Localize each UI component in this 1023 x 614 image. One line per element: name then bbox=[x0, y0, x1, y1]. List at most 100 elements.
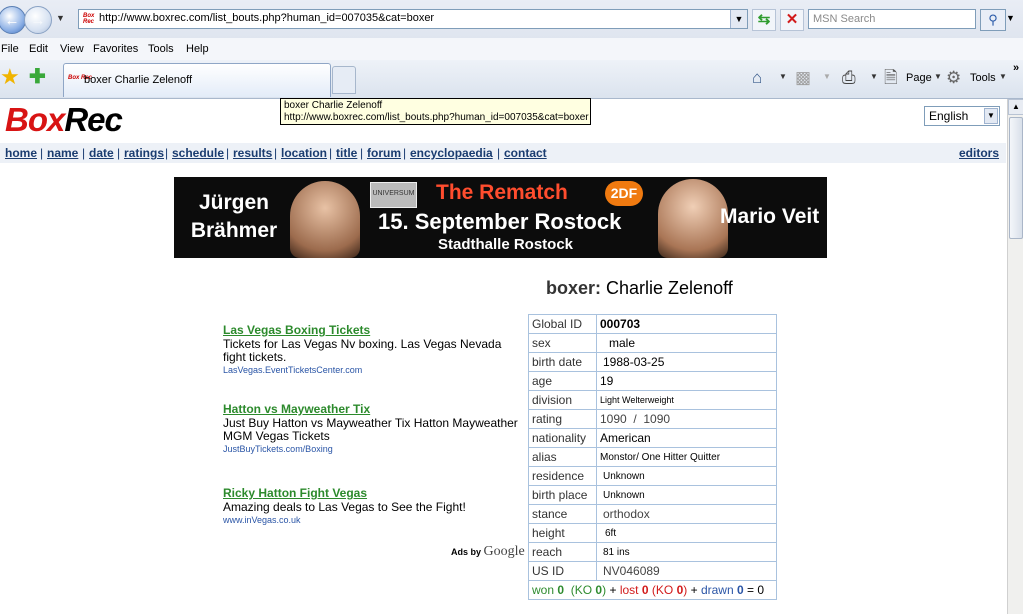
scroll-up-arrow-icon[interactable]: ▲ bbox=[1008, 99, 1023, 115]
nav-separator: | bbox=[274, 146, 278, 160]
profile-key: division bbox=[528, 390, 597, 410]
nav-name[interactable]: name bbox=[47, 146, 78, 160]
address-dropdown-button[interactable]: ▼ bbox=[730, 10, 747, 28]
ko-label: KO bbox=[655, 583, 674, 597]
stop-button[interactable]: ✕ bbox=[780, 9, 804, 31]
url-text[interactable]: http://www.boxrec.com/list_bouts.php?hum… bbox=[99, 12, 434, 24]
site-favicon-icon: Box Rec bbox=[83, 13, 95, 25]
home-dropdown-icon[interactable]: ▼ bbox=[779, 72, 787, 81]
search-button[interactable]: ⚲ bbox=[980, 9, 1006, 31]
total-count: 0 bbox=[757, 583, 765, 597]
nav-separator: | bbox=[40, 146, 44, 160]
search-placeholder: MSN Search bbox=[813, 13, 876, 25]
favorites-star-icon[interactable]: ★ bbox=[0, 66, 20, 88]
banner-date: 15. September Rostock bbox=[378, 209, 622, 234]
ko-label: KO bbox=[574, 583, 593, 597]
page-dropdown-icon[interactable]: ▼ bbox=[934, 72, 942, 81]
event-banner[interactable]: Jürgen Brähmer UNIVERSUM The Rematch 2DF… bbox=[174, 177, 827, 258]
forward-button[interactable]: → bbox=[24, 6, 52, 34]
ad-url[interactable]: LasVegas.EventTicketsCenter.com bbox=[223, 365, 523, 375]
nav-separator: | bbox=[117, 146, 121, 160]
print-dropdown-icon[interactable]: ▼ bbox=[870, 72, 878, 81]
nav-date[interactable]: date bbox=[89, 146, 114, 160]
menu-tools[interactable]: Tools bbox=[148, 43, 174, 55]
fighter2-photo bbox=[658, 179, 728, 258]
banner-fighter2-name: Mario Veit bbox=[720, 205, 820, 228]
nav-home[interactable]: home bbox=[5, 146, 37, 160]
tools-dropdown-icon[interactable]: ▼ bbox=[999, 72, 1007, 81]
menu-help[interactable]: Help bbox=[186, 43, 209, 55]
boxrec-logo[interactable]: BoxRec bbox=[5, 101, 123, 139]
chevron-more-icon[interactable]: » bbox=[1013, 62, 1019, 74]
profile-key: residence bbox=[528, 466, 597, 486]
nav-editors[interactable]: editors bbox=[959, 146, 999, 160]
search-input[interactable]: MSN Search bbox=[808, 9, 976, 29]
ads-by-google[interactable]: Ads by Google bbox=[451, 544, 525, 560]
chevron-down-icon[interactable]: ▼ bbox=[984, 108, 998, 124]
logo-rec-text: Rec bbox=[64, 101, 123, 138]
table-row: age 19 bbox=[528, 371, 777, 391]
page-menu-button[interactable]: Page bbox=[906, 72, 932, 84]
rss-dropdown-icon: ▼ bbox=[823, 72, 831, 81]
nav-contact[interactable]: contact bbox=[504, 146, 547, 160]
nav-results[interactable]: results bbox=[233, 146, 272, 160]
drawn-label: drawn bbox=[700, 583, 734, 597]
history-dropdown-icon[interactable]: ▼ bbox=[56, 13, 65, 23]
table-row: birth date 1988-03-25 bbox=[528, 352, 777, 372]
profile-value: Unknown bbox=[596, 485, 777, 505]
table-row: nationality American bbox=[528, 428, 777, 448]
search-icon: ⚲ bbox=[988, 12, 998, 27]
add-favorite-icon[interactable]: ✚ bbox=[29, 66, 46, 88]
nav-schedule[interactable]: schedule bbox=[172, 146, 224, 160]
tools-menu-button[interactable]: Tools bbox=[970, 72, 996, 84]
ad-title-link[interactable]: Ricky Hatton Fight Vegas bbox=[223, 486, 523, 500]
menu-favorites[interactable]: Favorites bbox=[93, 43, 138, 55]
new-tab-button[interactable] bbox=[332, 66, 356, 94]
tab-active[interactable]: Box Rec boxer Charlie Zelenoff bbox=[63, 63, 331, 97]
ad-title-link[interactable]: Las Vegas Boxing Tickets bbox=[223, 323, 523, 337]
profile-value: male bbox=[596, 333, 777, 353]
banner-fighter1-name: Jürgen Brähmer bbox=[184, 189, 284, 245]
profile-value: orthodox bbox=[596, 504, 777, 524]
gear-icon[interactable]: ⚙ bbox=[946, 68, 961, 88]
nav-separator: | bbox=[497, 146, 501, 160]
profile-table: Global ID 000703 sex male birth date 1988-0… bbox=[528, 314, 777, 600]
vertical-scrollbar[interactable]: ▲ bbox=[1007, 99, 1023, 614]
page-icon[interactable]: 🗎 bbox=[884, 68, 898, 88]
tooltip-title: boxer Charlie Zelenoff bbox=[284, 100, 383, 111]
nav-separator: | bbox=[329, 146, 333, 160]
table-row: height 6ft bbox=[528, 523, 777, 543]
nav-location[interactable]: location bbox=[281, 146, 327, 160]
rss-feed-icon[interactable]: ▩ bbox=[795, 68, 811, 88]
boxer-name: Charlie Zelenoff bbox=[606, 278, 733, 298]
table-row: alias Monstor/ One Hitter Quitter bbox=[528, 447, 777, 467]
nav-ratings[interactable]: ratings bbox=[124, 146, 164, 160]
menu-view[interactable]: View bbox=[60, 43, 84, 55]
nav-separator: | bbox=[403, 146, 407, 160]
ad-description: Tickets for Las Vegas Nv boxing. Las Veg… bbox=[223, 337, 502, 364]
search-options-dropdown-icon[interactable]: ▼ bbox=[1006, 13, 1015, 23]
profile-value: 81 ins bbox=[596, 542, 777, 562]
ad-url[interactable]: www.inVegas.co.uk bbox=[223, 515, 523, 525]
refresh-icon: ⇆ bbox=[757, 11, 771, 28]
table-row: birth place Unknown bbox=[528, 485, 777, 505]
menu-edit[interactable]: Edit bbox=[29, 43, 48, 55]
table-row: rating 1090 / 1090 bbox=[528, 409, 777, 429]
language-select[interactable]: English ▼ bbox=[924, 106, 1000, 126]
nav-encyclopaedia[interactable]: encyclopaedia bbox=[410, 146, 493, 160]
back-button[interactable]: ← bbox=[0, 6, 26, 34]
menu-file[interactable]: File bbox=[1, 43, 19, 55]
record-row: won 0 (KO 0) + lost 0 (KO 0) + drawn 0 =… bbox=[528, 580, 777, 600]
banner-fighter1-last: Brähmer bbox=[190, 219, 278, 242]
home-icon[interactable]: ⌂ bbox=[752, 68, 762, 88]
ad-url[interactable]: JustBuyTickets.com/Boxing bbox=[223, 444, 523, 454]
nav-forum[interactable]: forum bbox=[367, 146, 401, 160]
refresh-button[interactable]: ⇆ bbox=[752, 9, 776, 31]
ad-title-link[interactable]: Hatton vs Mayweather Tix bbox=[223, 402, 523, 416]
forward-arrow-icon: → bbox=[30, 11, 46, 29]
address-bar[interactable]: Box Rec http://www.boxrec.com/list_bouts… bbox=[78, 9, 748, 29]
nav-title[interactable]: title bbox=[336, 146, 357, 160]
print-icon[interactable]: ⎙ bbox=[842, 68, 856, 88]
ads-by-label: Ads by bbox=[451, 547, 482, 557]
scroll-thumb[interactable] bbox=[1009, 117, 1023, 239]
